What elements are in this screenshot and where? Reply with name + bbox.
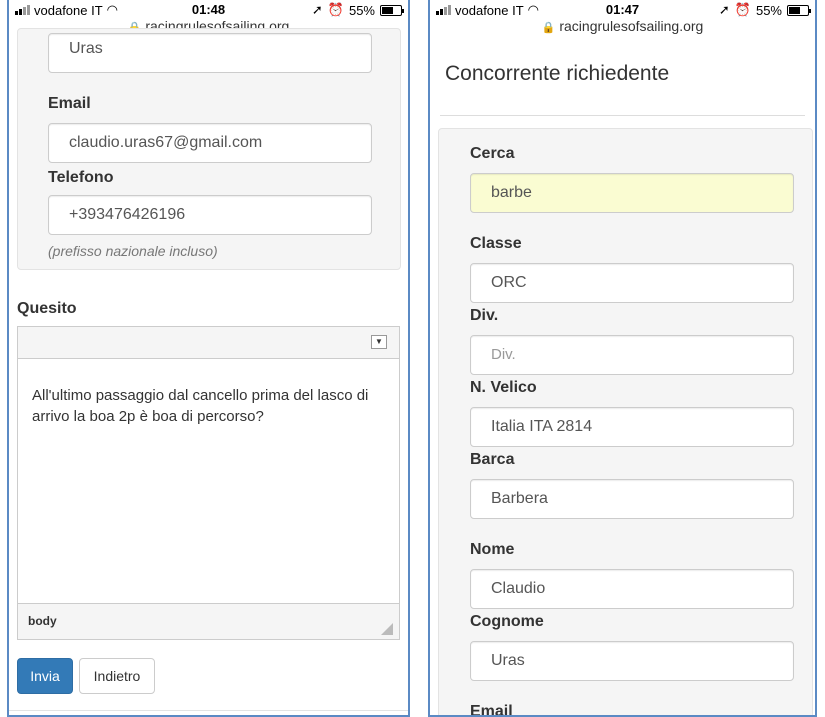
nome-field[interactable]: Claudio bbox=[470, 569, 794, 609]
battery-icon bbox=[787, 4, 811, 16]
page-title: Concorrente richiedente bbox=[445, 62, 670, 85]
cognome-field[interactable]: Uras bbox=[48, 33, 372, 73]
email-label: Email bbox=[470, 703, 513, 717]
search-input[interactable]: barbe bbox=[470, 173, 794, 213]
alarm-icon: ⏰ bbox=[734, 2, 751, 17]
telefono-label: Telefono bbox=[48, 169, 114, 186]
velico-field[interactable]: Italia ITA 2814 bbox=[470, 407, 794, 447]
battery-percent: 55% bbox=[755, 2, 782, 18]
velico-label: N. Velico bbox=[470, 379, 537, 396]
url-text: racingrulesofsailing.org bbox=[559, 18, 704, 34]
battery-percent: 55% bbox=[348, 2, 375, 18]
barca-field[interactable]: Barbera bbox=[470, 479, 794, 519]
telefono-field[interactable]: +393476426196 bbox=[48, 195, 372, 235]
resize-handle-icon[interactable] bbox=[381, 623, 393, 635]
editor-content[interactable]: All'ultimo passaggio dal cancello prima … bbox=[18, 359, 399, 453]
competitor-panel: Cerca barbe Classe ORC Div. Div. N. Veli… bbox=[438, 128, 813, 717]
left-screen: vodafone IT ◠ 01:48 ➚ ⏰ 55% 🔒racingrules… bbox=[7, 0, 410, 717]
cognome-field[interactable]: Uras bbox=[470, 641, 794, 681]
location-icon: ➚ bbox=[311, 2, 323, 17]
classe-label: Classe bbox=[470, 235, 522, 252]
cerca-label: Cerca bbox=[470, 145, 515, 162]
chevron-down-icon[interactable]: ▼ bbox=[371, 335, 387, 349]
back-button[interactable]: Indietro bbox=[79, 658, 155, 694]
editor-path: body bbox=[18, 603, 399, 639]
lock-icon: 🔒 bbox=[541, 22, 556, 34]
submit-button[interactable]: Invia bbox=[17, 658, 73, 694]
status-bar: vodafone IT ◠ 01:48 ➚ ⏰ 55% bbox=[9, 0, 408, 20]
email-field[interactable]: claudio.uras67@gmail.com bbox=[48, 123, 372, 163]
nome-label: Nome bbox=[470, 541, 515, 558]
alarm-icon: ⏰ bbox=[327, 2, 344, 17]
div-label: Div. bbox=[470, 307, 499, 324]
divider bbox=[9, 710, 408, 711]
url-bar[interactable]: 🔒racingrulesofsailing.org bbox=[430, 18, 815, 40]
right-screen: vodafone IT ◠ 01:47 ➚ ⏰ 55% 🔒 racingrules… bbox=[428, 0, 817, 717]
location-icon: ➚ bbox=[718, 2, 730, 17]
classe-field[interactable]: ORC bbox=[470, 263, 794, 303]
editor-toolbar: ▼ bbox=[18, 327, 399, 359]
barca-label: Barca bbox=[470, 451, 515, 468]
title-divider bbox=[440, 115, 805, 116]
quesito-label: Quesito bbox=[17, 300, 77, 317]
editor-path-text: body bbox=[28, 614, 57, 628]
quesito-editor[interactable]: ▼ All'ultimo passaggio dal cancello prim… bbox=[17, 326, 400, 640]
div-field[interactable]: Div. bbox=[470, 335, 794, 375]
cognome-label: Cognome bbox=[470, 613, 544, 630]
status-bar: vodafone IT ◠ 01:47 ➚ ⏰ 55% bbox=[430, 0, 815, 20]
telefono-hint: (prefisso nazionale incluso) bbox=[48, 243, 218, 259]
email-label: Email bbox=[48, 95, 91, 112]
battery-icon bbox=[380, 4, 404, 16]
contact-panel: Uras Email claudio.uras67@gmail.com Tele… bbox=[17, 28, 401, 270]
